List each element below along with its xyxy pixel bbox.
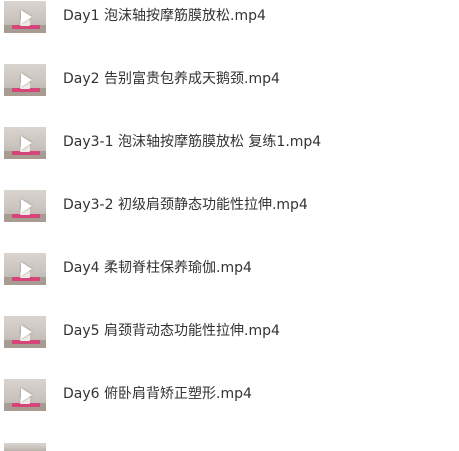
- play-icon: [21, 325, 32, 339]
- video-file-item-partial[interactable]: [0, 442, 459, 451]
- play-icon: [21, 73, 32, 87]
- video-thumbnail[interactable]: [4, 316, 46, 348]
- video-thumbnail[interactable]: [4, 190, 46, 222]
- file-name: Day3-1 泡沫轴按摩筋膜放松 复练1.mp4: [63, 134, 322, 150]
- video-file-item[interactable]: Day3-2 初级肩颈静态功能性拉伸.mp4: [0, 189, 459, 223]
- video-file-item[interactable]: Day4 柔韧脊柱保养瑜伽.mp4: [0, 252, 459, 286]
- video-file-item[interactable]: Day6 俯卧肩背矫正塑形.mp4: [0, 378, 459, 412]
- video-file-item[interactable]: Day3-1 泡沫轴按摩筋膜放松 复练1.mp4: [0, 126, 459, 160]
- video-thumbnail[interactable]: [4, 379, 46, 411]
- video-file-item[interactable]: Day2 告别富贵包养成天鹅颈.mp4: [0, 63, 459, 97]
- file-name: Day3-2 初级肩颈静态功能性拉伸.mp4: [63, 197, 308, 213]
- thumbnail-background: [4, 443, 46, 451]
- video-thumbnail[interactable]: [4, 127, 46, 159]
- video-thumbnail[interactable]: [4, 64, 46, 96]
- play-icon: [21, 262, 32, 276]
- play-icon: [21, 10, 32, 24]
- file-name: Day4 柔韧脊柱保养瑜伽.mp4: [63, 260, 252, 276]
- file-name: Day2 告别富贵包养成天鹅颈.mp4: [63, 71, 280, 87]
- video-file-item[interactable]: Day5 肩颈背动态功能性拉伸.mp4: [0, 315, 459, 349]
- video-thumbnail[interactable]: [4, 443, 46, 451]
- play-icon: [21, 199, 32, 213]
- file-name: Day6 俯卧肩背矫正塑形.mp4: [63, 386, 252, 402]
- file-name: Day1 泡沫轴按摩筋膜放松.mp4: [63, 8, 266, 24]
- video-file-list: Day1 泡沫轴按摩筋膜放松.mp4 Day2 告别富贵包养成天鹅颈.mp4 D…: [0, 0, 459, 451]
- video-file-item[interactable]: Day1 泡沫轴按摩筋膜放松.mp4: [0, 0, 459, 34]
- play-icon: [21, 136, 32, 150]
- play-icon: [21, 388, 32, 402]
- file-name: Day5 肩颈背动态功能性拉伸.mp4: [63, 323, 280, 339]
- video-thumbnail[interactable]: [4, 1, 46, 33]
- video-thumbnail[interactable]: [4, 253, 46, 285]
